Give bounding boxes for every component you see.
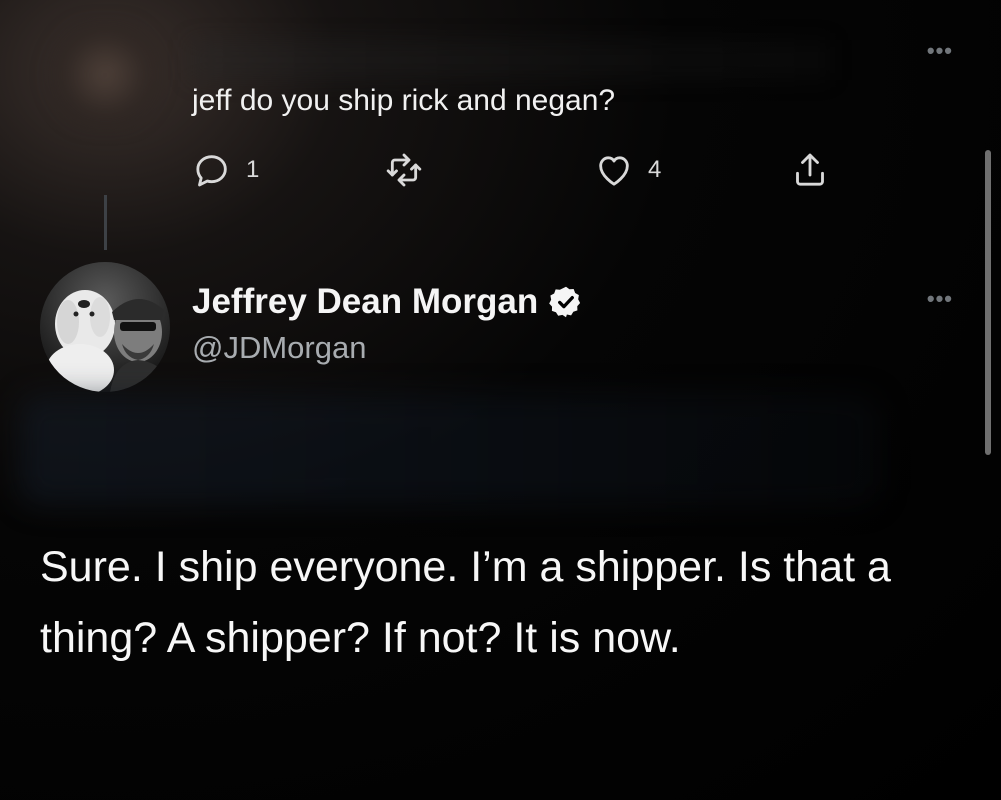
like-button[interactable]: 4 — [594, 150, 661, 190]
author-name[interactable]: Jeffrey Dean Morgan — [192, 282, 538, 322]
more-options-icon[interactable]: ••• — [927, 288, 953, 310]
reply-button[interactable]: 1 — [192, 150, 259, 190]
tweet-text: Sure. I ship everyone. I’m a shipper. Is… — [40, 543, 891, 662]
tweet-thread-view: ••• jeff do you ship rick and negan? 1 4 — [0, 0, 1001, 800]
retweet-button[interactable] — [384, 150, 424, 190]
like-count: 4 — [648, 156, 662, 183]
reply-action-bar: 1 4 — [192, 150, 842, 200]
heart-icon — [599, 156, 629, 186]
share-icon — [796, 153, 824, 186]
retweet-icon — [386, 153, 422, 187]
reply-tweet-text: jeff do you ship rick and negan? — [192, 84, 616, 117]
thread-connector-line — [104, 195, 107, 250]
author-handle[interactable]: @JDMorgan — [192, 330, 366, 366]
blurred-replying-to — [20, 395, 880, 505]
verified-badge-icon — [549, 286, 581, 318]
author-name-row[interactable]: Jeffrey Dean Morgan — [192, 282, 584, 322]
scrollbar[interactable] — [985, 150, 991, 455]
reply-count: 1 — [246, 156, 260, 183]
reply-icon — [196, 155, 227, 187]
avatar[interactable] — [40, 262, 170, 392]
more-options-icon[interactable]: ••• — [927, 40, 953, 62]
profile-photo-icon — [40, 262, 170, 392]
blurred-avatar — [40, 20, 170, 130]
blurred-header — [190, 40, 830, 80]
share-button[interactable] — [790, 150, 830, 190]
